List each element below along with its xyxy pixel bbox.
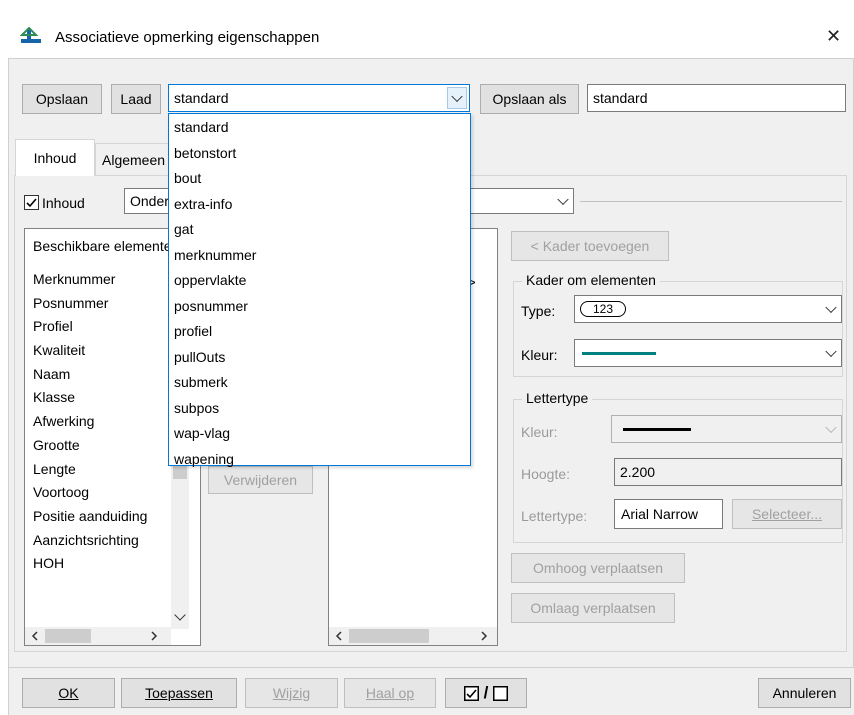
dropdown-option[interactable]: oppervlakte: [169, 268, 470, 294]
list-item[interactable]: HOH: [25, 552, 171, 576]
toggle-all-button[interactable]: /: [445, 678, 527, 708]
list-item[interactable]: Klasse: [25, 386, 171, 410]
font-color-label: Kleur:: [521, 424, 558, 440]
chevron-down-icon: [451, 90, 463, 103]
font-group-title: Lettertype: [522, 390, 593, 406]
modify-button[interactable]: Wijzig: [245, 678, 338, 708]
placement-value: Onder: [130, 193, 169, 209]
move-down-button[interactable]: Omlaag verplaatsen: [511, 593, 675, 623]
checked-box-icon: [463, 685, 479, 701]
get-button[interactable]: Haal op: [344, 678, 436, 708]
ok-button-label: OK: [58, 685, 79, 701]
preset-combobox[interactable]: standard: [168, 84, 470, 112]
horizontal-scrollbar[interactable]: [329, 627, 497, 645]
cancel-button[interactable]: Annuleren: [758, 678, 851, 708]
chevron-down-icon: [557, 193, 569, 206]
move-up-button[interactable]: Omhoog verplaatsen: [511, 553, 685, 583]
preset-dropdown-list[interactable]: standard betonstort bout extra-info gat …: [168, 113, 471, 467]
scroll-right-icon[interactable]: [149, 631, 159, 641]
frame-type-sample-text: 123: [593, 302, 614, 316]
frame-color-combobox[interactable]: [574, 339, 842, 367]
close-icon[interactable]: ✕: [826, 26, 841, 47]
chevron-down-icon: [825, 301, 837, 314]
separator-line: [580, 201, 842, 202]
font-height-input[interactable]: 2.200: [614, 458, 842, 486]
preset-value: standard: [174, 90, 229, 106]
chevron-down-icon[interactable]: [174, 609, 186, 621]
frame-color-swatch: [582, 351, 656, 355]
modify-button-label: Wijzig: [272, 685, 311, 701]
save-button[interactable]: Opslaan: [22, 84, 102, 114]
list-item[interactable]: Posnummer: [25, 292, 171, 316]
chevron-down-icon: [825, 345, 837, 358]
dropdown-option[interactable]: submerk: [169, 370, 470, 396]
list-item[interactable]: Afwerking: [25, 410, 171, 434]
frame-group-title: Kader om elementen: [522, 272, 660, 288]
font-family-value: Arial Narrow: [614, 499, 723, 529]
select-font-button-label: Selecteer...: [751, 506, 823, 522]
available-items: Merknummer Posnummer Profiel Kwaliteit N…: [25, 268, 171, 576]
list-item[interactable]: Aanzichtsrichting: [25, 529, 171, 553]
dropdown-option[interactable]: extra-info: [169, 192, 470, 218]
frame-type-sample: 123: [580, 301, 627, 317]
scroll-left-icon[interactable]: [30, 631, 40, 641]
dropdown-option[interactable]: standard: [169, 115, 470, 141]
apply-button[interactable]: Toepassen: [121, 678, 237, 708]
available-elements-header: Beschikbare elementen: [33, 238, 180, 254]
save-as-input[interactable]: standard: [587, 84, 846, 112]
dropdown-option[interactable]: posnummer: [169, 294, 470, 320]
dropdown-option[interactable]: wap-vlag: [169, 421, 470, 447]
dropdown-option[interactable]: profiel: [169, 319, 470, 345]
frame-type-label: Type:: [521, 303, 556, 319]
list-item[interactable]: Profiel: [25, 315, 171, 339]
list-item[interactable]: Kwaliteit: [25, 339, 171, 363]
apply-button-label: Toepassen: [145, 685, 213, 701]
inhoud-checkbox-label: Inhoud: [42, 195, 85, 211]
frame-color-label: Kleur:: [521, 347, 558, 363]
vertical-scrollbar[interactable]: [171, 461, 189, 629]
ok-button[interactable]: OK: [22, 678, 115, 708]
inhoud-checkbox[interactable]: [24, 195, 39, 210]
tab-inhoud-label: Inhoud: [33, 150, 77, 166]
list-item[interactable]: Positie aanduiding: [25, 505, 171, 529]
save-as-button[interactable]: Opslaan als: [480, 84, 579, 114]
chevron-down-icon: [825, 421, 837, 434]
list-item[interactable]: Lengte: [25, 458, 171, 482]
tab-algemeen-label: Algemeen: [102, 151, 166, 168]
font-color-swatch: [623, 427, 691, 431]
dropdown-option[interactable]: bout: [169, 166, 470, 192]
add-frame-button[interactable]: < Kader toevoegen: [511, 231, 669, 261]
font-color-combobox[interactable]: [611, 415, 842, 443]
dropdown-option[interactable]: betonstort: [169, 141, 470, 167]
list-item[interactable]: Merknummer: [25, 268, 171, 292]
select-font-button[interactable]: Selecteer...: [732, 499, 842, 529]
dropdown-option[interactable]: merknummer: [169, 243, 470, 269]
scroll-left-icon[interactable]: [334, 631, 344, 641]
dropdown-option[interactable]: pullOuts: [169, 345, 470, 371]
dropdown-option[interactable]: gat: [169, 217, 470, 243]
horizontal-scrollbar[interactable]: [25, 627, 171, 645]
horizontal-scroll-thumb[interactable]: [45, 629, 91, 643]
preset-dropdown-button[interactable]: [447, 87, 467, 109]
dropdown-option[interactable]: subpos: [169, 396, 470, 422]
app-icon: [20, 27, 41, 43]
list-item[interactable]: Grootte: [25, 434, 171, 458]
load-button[interactable]: Laad: [111, 84, 161, 114]
title-bar: Associatieve opmerking eigenschappen ✕: [0, 0, 854, 58]
list-item[interactable]: Voortoog: [25, 481, 171, 505]
list-item[interactable]: Naam: [25, 363, 171, 387]
tab-inhoud[interactable]: Inhoud: [15, 139, 95, 176]
scroll-right-icon[interactable]: [479, 631, 489, 641]
frame-type-combobox[interactable]: 123: [574, 295, 842, 323]
font-height-label: Hoogte:: [521, 466, 571, 482]
horizontal-scroll-thumb[interactable]: [349, 629, 429, 643]
dropdown-option[interactable]: wapening: [169, 447, 470, 473]
toggle-slash: /: [483, 683, 489, 702]
window-title: Associatieve opmerking eigenschappen: [55, 29, 320, 46]
check-icon: [26, 198, 37, 208]
font-family-label: Lettertype:: [521, 508, 588, 524]
unchecked-box-icon: [493, 685, 509, 701]
get-button-label: Haal op: [365, 685, 415, 701]
